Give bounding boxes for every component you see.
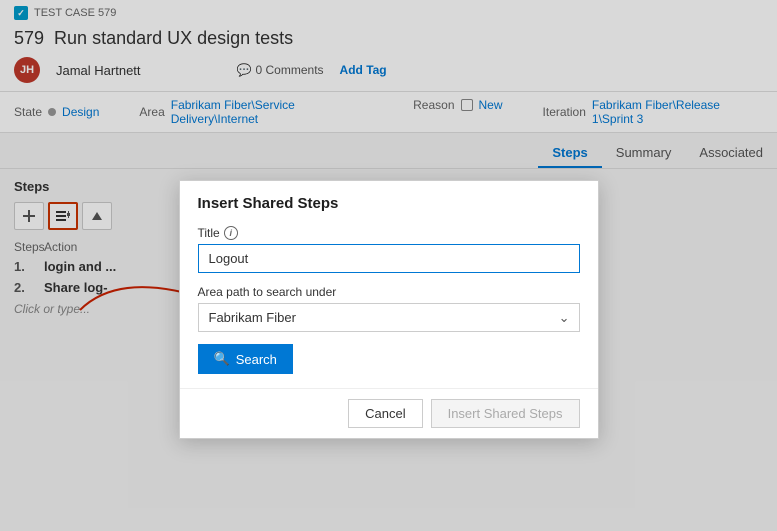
search-icon: 🔍 [214,351,230,367]
cancel-button[interactable]: Cancel [348,399,422,428]
search-button[interactable]: 🔍 Search [198,344,293,374]
area-path-select[interactable]: Fabrikam Fiber [198,303,580,332]
area-path-select-wrapper: Fabrikam Fiber ⌄ [198,303,580,332]
title-label-text: Title [198,226,220,240]
modal-footer: Cancel Insert Shared Steps [180,388,598,438]
modal-overlay: Insert Shared Steps Title i Area path to… [0,0,777,531]
title-input[interactable] [198,244,580,273]
title-field-label: Title i [198,226,580,240]
insert-shared-steps-button[interactable]: Insert Shared Steps [431,399,580,428]
search-btn-label: Search [236,352,277,367]
modal-body: Title i Area path to search under Fabrik… [180,222,598,388]
info-icon: i [224,226,238,240]
insert-shared-steps-modal: Insert Shared Steps Title i Area path to… [179,180,599,439]
modal-title: Insert Shared Steps [180,181,598,222]
area-path-label: Area path to search under [198,285,580,299]
